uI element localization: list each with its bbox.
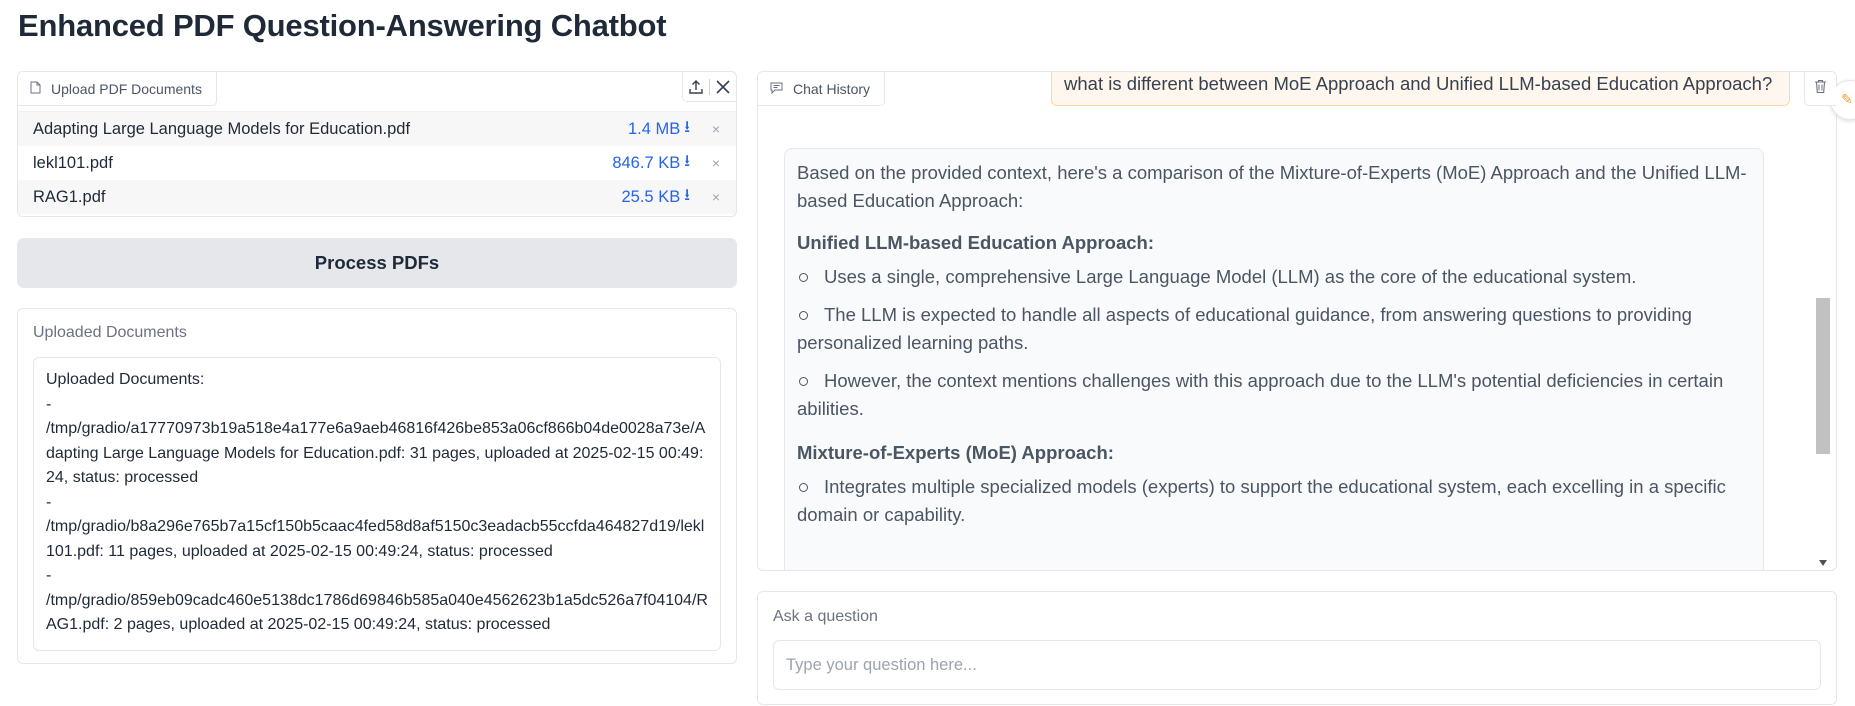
doc-line: -	[46, 567, 52, 584]
doc-line: -	[46, 493, 52, 511]
file-size: 25.5 KB	[621, 187, 681, 206]
file-list: Adapting Large Language Models for Educa…	[18, 112, 736, 214]
file-name: Adapting Large Language Models for Educa…	[33, 119, 411, 138]
list-item: Uses a single, comprehensive Large Langu…	[797, 263, 1751, 291]
file-download-link[interactable]: 1.4 MB ⭳	[628, 115, 690, 143]
upload-label: Upload PDF Documents	[18, 72, 217, 106]
bot-message: Based on the provided context, here's a …	[784, 148, 1764, 570]
file-row: RAG1.pdf 25.5 KB ⭳ ×	[18, 180, 736, 214]
bullet-circle-icon	[799, 482, 808, 492]
ask-question-label: Ask a question	[773, 608, 878, 625]
process-pdfs-button[interactable]: Process PDFs	[17, 238, 737, 288]
remove-file-button[interactable]: ×	[710, 155, 722, 171]
doc-line: /tmp/gradio/b8a296e765b7a15cf150b5caac4f…	[46, 518, 705, 560]
remove-file-button[interactable]: ×	[710, 189, 722, 205]
chat-history-panel[interactable]: Chat History what is different between M…	[757, 71, 1837, 571]
upload-actions	[682, 72, 736, 102]
list-item: However, the context mentions challenges…	[797, 370, 1724, 419]
bullet-list: Uses a single, comprehensive Large Langu…	[797, 263, 1751, 423]
chat-icon	[770, 81, 783, 97]
section-heading: Mixture-of-Experts (MoE) Approach:	[797, 442, 1114, 463]
remove-file-button[interactable]: ×	[710, 121, 722, 137]
uploaded-documents-panel: Uploaded Documents Uploaded Documents: -…	[17, 308, 737, 664]
user-message: what is different between MoE Approach a…	[1051, 72, 1790, 106]
list-item: Integrates multiple specialized models (…	[797, 476, 1726, 525]
bullet-list: Integrates multiple specialized models (…	[797, 473, 1751, 529]
ask-question-panel: Ask a question	[757, 591, 1837, 705]
bullet-circle-icon	[799, 376, 808, 386]
pencil-icon: ✎	[1841, 91, 1853, 107]
trash-icon	[1814, 79, 1827, 99]
upload-label-text: Upload PDF Documents	[51, 80, 202, 97]
list-item: The LLM is expected to handle all aspect…	[797, 304, 1692, 353]
upload-pdf-dropzone[interactable]: Upload PDF Documents Adapting Large Lang…	[17, 71, 737, 217]
doc-line: -	[46, 395, 52, 413]
scrollbar-thumb[interactable]	[1816, 298, 1830, 454]
file-size: 1.4 MB	[627, 119, 681, 138]
upload-icon[interactable]	[683, 73, 709, 101]
upload-header: Upload PDF Documents	[18, 72, 736, 112]
file-name: RAG1.pdf	[33, 187, 106, 206]
download-icon: ⭳	[684, 186, 690, 204]
download-icon: ⭳	[684, 118, 690, 136]
file-row: Adapting Large Language Models for Educa…	[18, 112, 736, 146]
doc-line: /tmp/gradio/a17770973b19a518e4a177e6a9ae…	[46, 420, 706, 486]
chat-scrollbar[interactable]	[1816, 72, 1832, 570]
file-size: 846.7 KB	[612, 153, 681, 172]
file-download-link[interactable]: 846.7 KB ⭳	[612, 149, 690, 177]
download-icon: ⭳	[684, 152, 690, 170]
file-row: lekl101.pdf 846.7 KB ⭳ ×	[18, 146, 736, 180]
chat-history-label: Chat History	[758, 72, 886, 106]
scroll-down-arrow-icon[interactable]	[1819, 560, 1827, 566]
question-input[interactable]	[773, 640, 1821, 690]
section-heading: Unified LLM-based Education Approach:	[797, 232, 1154, 253]
doc-line: /tmp/gradio/859eb09cadc460e5138dc1786d69…	[46, 591, 708, 634]
uploaded-documents-textbox[interactable]: Uploaded Documents: - /tmp/gradio/a17770…	[33, 357, 721, 651]
file-download-link[interactable]: 25.5 KB ⭳	[622, 183, 691, 211]
bullet-circle-icon	[799, 310, 808, 320]
bot-intro: Based on the provided context, here's a …	[797, 162, 1747, 211]
file-name: lekl101.pdf	[33, 153, 113, 172]
chat-history-label-text: Chat History	[793, 80, 871, 97]
page-title: Enhanced PDF Question-Answering Chatbot	[18, 8, 667, 43]
doc-line: Uploaded Documents:	[46, 371, 205, 388]
close-icon[interactable]	[710, 73, 736, 101]
file-icon	[30, 81, 41, 97]
bullet-circle-icon	[799, 272, 808, 282]
uploaded-documents-label: Uploaded Documents	[33, 324, 187, 341]
clear-chat-button[interactable]	[1804, 72, 1836, 106]
